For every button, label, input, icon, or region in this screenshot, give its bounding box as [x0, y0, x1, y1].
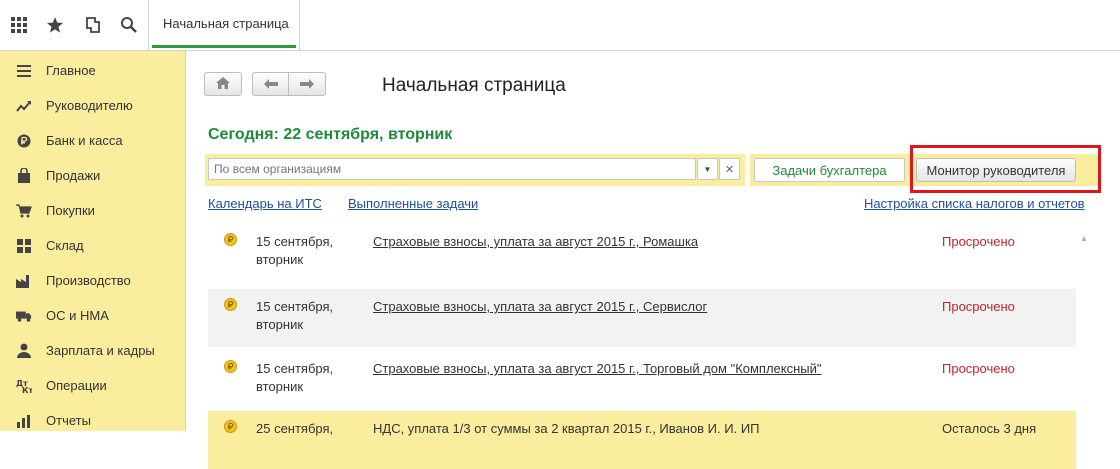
debit-credit-icon: Дт Кт: [16, 378, 32, 394]
cart-icon: [16, 203, 32, 219]
forward-button[interactable]: [288, 72, 326, 96]
factory-icon: [16, 273, 32, 289]
sidebar-item-salary[interactable]: Зарплата и кадры: [0, 333, 185, 368]
organization-filter: ▼ ✕: [205, 154, 745, 186]
home-button[interactable]: [204, 72, 242, 96]
ruble-coin-icon: [224, 233, 237, 246]
task-title-link[interactable]: Страховые взносы, уплата за август 2015 …: [373, 360, 822, 378]
sidebar-item-label: Покупки: [46, 203, 95, 218]
task-date: 25 сентября,: [256, 421, 334, 436]
ruble-coin-icon: [224, 420, 237, 433]
sidebar-item-reports[interactable]: Отчеты: [0, 403, 185, 438]
tab-label: Начальная страница: [163, 16, 289, 31]
sidebar-item-bank[interactable]: Банк и касса: [0, 123, 185, 158]
its-calendar-link[interactable]: Календарь на ИТС: [208, 196, 322, 211]
task-date: 15 сентября, вторник: [256, 299, 334, 332]
ruble-coin-icon: [224, 360, 237, 373]
trend-chart-icon: [16, 98, 32, 114]
bar-chart-icon: [16, 413, 32, 429]
sidebar-item-label: Производство: [46, 273, 131, 288]
today-date: Сегодня: 22 сентября, вторник: [208, 126, 453, 143]
clear-icon[interactable]: ✕: [719, 158, 740, 180]
apps-grid-icon[interactable]: [6, 12, 32, 38]
sidebar-item-production[interactable]: Производство: [0, 263, 185, 298]
svg-text:Кт: Кт: [22, 386, 32, 394]
warehouse-grid-icon: [16, 238, 32, 254]
ruble-coin-icon: [224, 298, 237, 311]
sidebar-item-label: Главное: [46, 63, 96, 78]
history-icon[interactable]: [80, 12, 106, 38]
highlight-frame: [910, 145, 1101, 193]
menu-lines-icon: [16, 63, 32, 79]
main-content: Начальная страница Сегодня: 22 сентября,…: [186, 51, 1120, 469]
ruble-coin-icon: [16, 133, 32, 149]
search-icon[interactable]: [116, 12, 142, 38]
sidebar-item-purchases[interactable]: Покупки: [0, 193, 185, 228]
task-row: 15 сентября, вторник Страховые взносы, уп…: [208, 289, 1076, 347]
home-icon: [216, 76, 230, 92]
sidebar-item-sales[interactable]: Продажи: [0, 158, 185, 193]
scroll-up-icon[interactable]: ▲: [1080, 234, 1088, 243]
task-row: 15 сентября, вторник Страховые взносы, уп…: [208, 351, 1076, 409]
task-status: Просрочено: [942, 361, 1015, 376]
chevron-down-icon[interactable]: ▼: [697, 158, 718, 180]
completed-tasks-link[interactable]: Выполненные задачи: [348, 196, 478, 211]
sidebar-item-assets[interactable]: ОС и НМА: [0, 298, 185, 333]
shopping-bag-icon: [16, 168, 32, 184]
sidebar-item-label: Склад: [46, 238, 84, 253]
taxes-settings-link[interactable]: Настройка списка налогов и отчетов: [864, 196, 1085, 211]
task-status: Просрочено: [942, 234, 1015, 249]
task-status: Осталось 3 дня: [942, 421, 1037, 436]
sidebar-item-main[interactable]: Главное: [0, 53, 185, 88]
truck-icon: [16, 308, 32, 324]
tab-active-indicator: [152, 45, 296, 48]
task-date: 15 сентября, вторник: [256, 234, 334, 267]
top-bar: Начальная страница: [0, 0, 1120, 51]
task-status: Просрочено: [942, 299, 1015, 314]
page-title: Начальная страница: [382, 75, 566, 96]
task-row: 25 сентября, НДС, уплата 1/3 от суммы за…: [208, 411, 1076, 469]
accountant-tasks-button[interactable]: Задачи бухгалтера: [754, 158, 905, 182]
tab-home[interactable]: Начальная страница: [148, 0, 300, 50]
favorites-star-icon[interactable]: [42, 12, 68, 38]
sidebar-item-label: Отчеты: [46, 413, 91, 428]
task-date: 15 сентября, вторник: [256, 361, 334, 394]
task-title-link[interactable]: Страховые взносы, уплата за август 2015 …: [373, 233, 698, 251]
sidebar-item-operations[interactable]: Дт Кт Операции: [0, 368, 185, 403]
sidebar-item-label: Продажи: [46, 168, 101, 183]
sidebar: Главное Руководителю Банк и касса Продаж…: [0, 51, 186, 431]
sidebar-item-label: Банк и касса: [46, 133, 123, 148]
sidebar-item-label: Операции: [46, 378, 107, 393]
task-title[interactable]: НДС, уплата 1/3 от суммы за 2 квартал 20…: [373, 420, 760, 438]
sidebar-item-label: ОС и НМА: [46, 308, 109, 323]
sidebar-item-manager[interactable]: Руководителю: [0, 88, 185, 123]
organization-input[interactable]: [208, 158, 696, 180]
sidebar-item-label: Руководителю: [46, 98, 133, 113]
sidebar-item-label: Зарплата и кадры: [46, 343, 155, 358]
arrow-right-icon: [300, 77, 314, 92]
task-row: 15 сентября, вторник Страховые взносы, уп…: [208, 224, 1076, 282]
task-title-link[interactable]: Страховые взносы, уплата за август 2015 …: [373, 298, 707, 316]
arrow-left-icon: [264, 77, 278, 92]
back-button[interactable]: [252, 72, 290, 96]
sidebar-item-warehouse[interactable]: Склад: [0, 228, 185, 263]
person-icon: [16, 343, 32, 359]
